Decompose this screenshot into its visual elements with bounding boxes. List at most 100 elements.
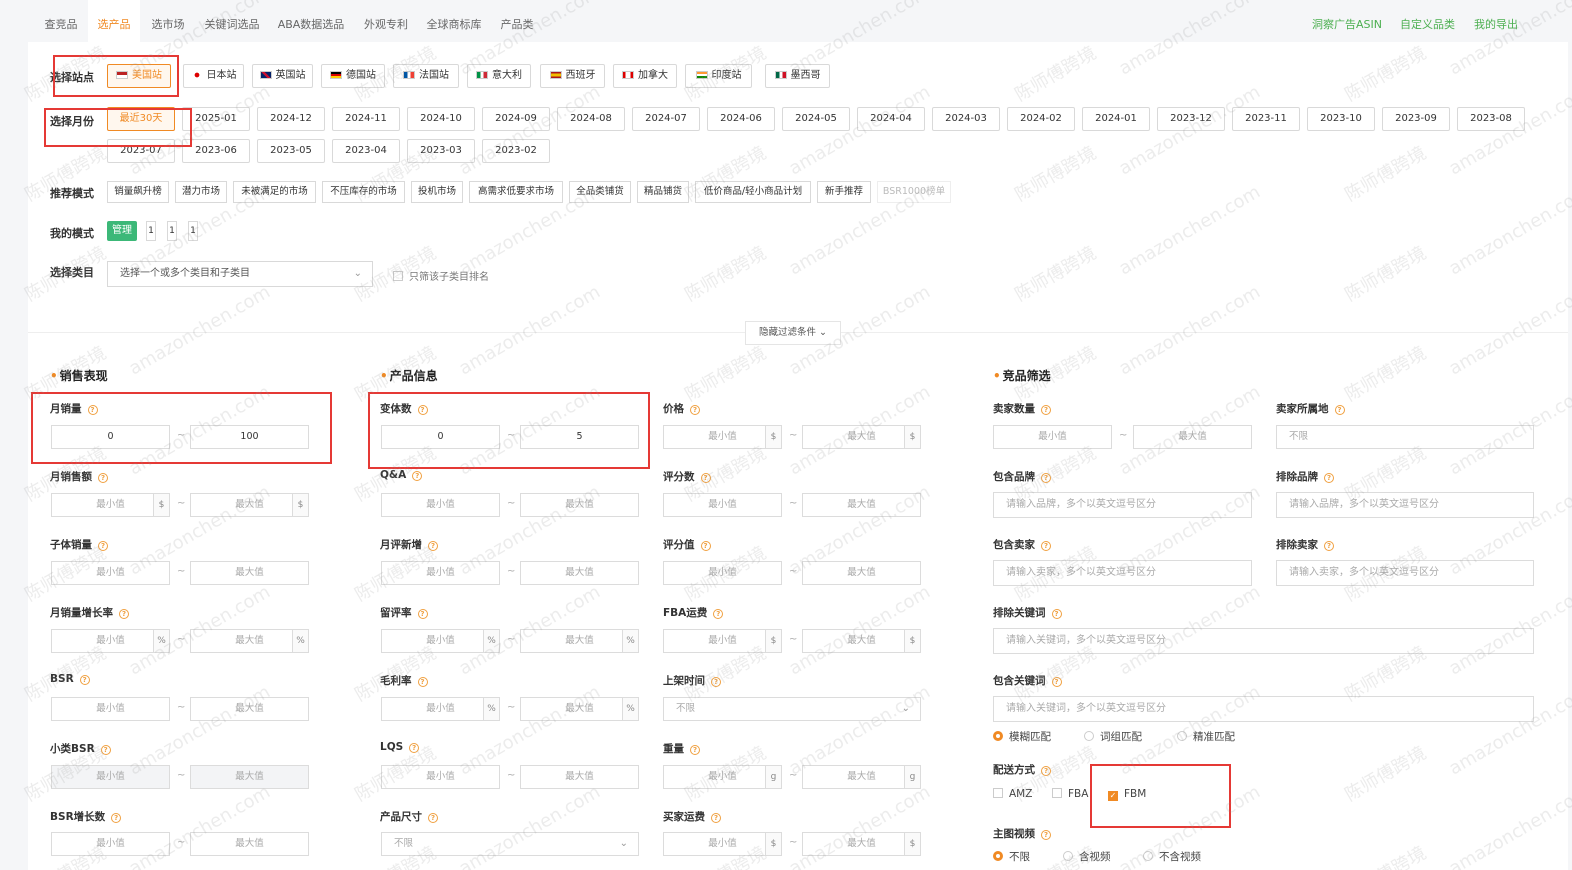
buyer-ship-min[interactable]: 最小值 $ (663, 832, 782, 856)
mode-chip[interactable]: 不压库存的市场 (322, 181, 405, 203)
price-max[interactable]: 最大值 $ (802, 425, 921, 449)
link-custom-category[interactable]: 自定义品类 (1400, 0, 1455, 42)
tab-select-product[interactable]: 选产品 (88, 0, 140, 42)
tab-keyword[interactable]: 关键词选品 (198, 0, 266, 42)
site-chip[interactable]: 美国站 (107, 64, 171, 88)
video-none-radio[interactable]: 不含视频 (1143, 849, 1201, 864)
fba-fee-max[interactable]: 最大值 $ (802, 629, 921, 653)
monthly-revenue-max[interactable]: 最大值 $ (190, 493, 309, 517)
month-chip[interactable]: 2023-09 (1382, 107, 1450, 131)
mode-chip[interactable]: 新手推荐 (817, 181, 871, 203)
mode-chip[interactable]: BSR1000榜单 (877, 181, 951, 203)
weight-min[interactable]: 最小值 g (663, 765, 782, 789)
month-chip[interactable]: 2023-11 (1232, 107, 1300, 131)
tab-select-market[interactable]: 选市场 (144, 0, 192, 42)
weight-max[interactable]: 最大值 g (802, 765, 921, 789)
month-chip[interactable]: 2024-06 (707, 107, 775, 131)
site-chip[interactable]: 意大利 (467, 64, 531, 88)
qa-min[interactable]: 最小值 (381, 493, 500, 517)
tab-competitor[interactable]: 查竞品 (38, 0, 84, 42)
month-chip[interactable]: 最近30天 (107, 107, 175, 131)
video-any-radio[interactable]: 不限 (993, 849, 1030, 864)
seller-count-min[interactable]: 最小值 (993, 425, 1112, 449)
bsr-min[interactable]: 最小值 (51, 697, 170, 721)
delivery-fbm-checkbox[interactable]: ✓ FBM (1108, 788, 1146, 801)
month-chip[interactable]: 2024-10 (407, 107, 475, 131)
sub-bsr-min[interactable]: 最小值 (51, 765, 170, 789)
bsr-growth-max[interactable]: 最大值 (190, 832, 309, 856)
month-chip[interactable]: 2024-02 (1007, 107, 1075, 131)
mode-slot-3[interactable]: 1 (188, 221, 198, 241)
month-chip[interactable]: 2023-04 (332, 139, 400, 163)
gross-margin-min[interactable]: 最小值% (381, 697, 500, 721)
month-chip[interactable]: 2024-03 (932, 107, 1000, 131)
seller-location-select[interactable]: 不限 (1276, 425, 1534, 449)
size-select[interactable]: 不限 ⌄ (381, 832, 639, 856)
include-keyword-input[interactable]: 请输入关键词，多个以英文逗号区分 (993, 696, 1534, 722)
link-my-export[interactable]: 我的导出 (1474, 0, 1518, 42)
include-brand-input[interactable]: 请输入品牌，多个以英文逗号区分 (993, 492, 1252, 518)
site-chip[interactable]: 法国站 (393, 64, 459, 88)
mode-slot-1[interactable]: 1 (146, 221, 156, 241)
lqs-max[interactable]: 最大值 (520, 765, 639, 789)
only-sub-category-checkbox[interactable]: 只筛该子类目排名 (393, 268, 489, 283)
mode-chip[interactable]: 全品类铺货 (569, 181, 631, 203)
site-chip[interactable]: 西班牙 (540, 64, 605, 88)
month-chip[interactable]: 2024-08 (557, 107, 625, 131)
site-chip[interactable]: 印度站 (685, 64, 752, 88)
match-fuzzy-radio[interactable]: 模糊匹配 (993, 729, 1051, 744)
exclude-brand-input[interactable]: 请输入品牌，多个以英文逗号区分 (1276, 492, 1534, 518)
rating-count-max[interactable]: 最大值 (802, 493, 921, 517)
rating-count-min[interactable]: 最小值 (663, 493, 782, 517)
mode-chip[interactable]: 高需求低要求市场 (469, 181, 563, 203)
launch-select[interactable]: 不限 ⌄ (663, 697, 921, 721)
site-chip[interactable]: 加拿大 (613, 64, 677, 88)
site-chip[interactable]: 墨西哥 (765, 64, 830, 88)
lqs-min[interactable]: 最小值 (381, 765, 500, 789)
sales-growth-max[interactable]: 最大值% (190, 629, 309, 653)
month-chip[interactable]: 2024-05 (782, 107, 850, 131)
rating-value-min[interactable]: 最小值 (663, 561, 782, 585)
month-chip[interactable]: 2023-10 (1307, 107, 1375, 131)
month-chip[interactable]: 2023-02 (482, 139, 550, 163)
month-chip[interactable]: 2024-07 (632, 107, 700, 131)
tab-patent[interactable]: 外观专利 (356, 0, 416, 42)
mode-slot-2[interactable]: 1 (167, 221, 177, 241)
month-chip[interactable]: 2024-04 (857, 107, 925, 131)
seller-count-max[interactable]: 最大值 (1133, 425, 1252, 449)
sub-bsr-max[interactable]: 最大值 (190, 765, 309, 789)
sales-growth-min[interactable]: 最小值% (51, 629, 170, 653)
tab-trademark[interactable]: 全球商标库 (422, 0, 486, 42)
variants-max[interactable]: 5 (520, 425, 639, 449)
price-min[interactable]: 最小值 $ (663, 425, 782, 449)
tab-aba[interactable]: ABA数据选品 (274, 0, 348, 42)
month-chip[interactable]: 2024-09 (482, 107, 550, 131)
variants-min[interactable]: 0 (381, 425, 500, 449)
month-chip[interactable]: 2024-11 (332, 107, 400, 131)
link-ad-asin[interactable]: 洞察广告ASIN (1312, 0, 1382, 42)
bsr-max[interactable]: 最大值 (190, 697, 309, 721)
fba-fee-min[interactable]: 最小值 $ (663, 629, 782, 653)
qa-max[interactable]: 最大值 (520, 493, 639, 517)
tab-product-type[interactable]: 产品类 (494, 0, 540, 42)
video-has-radio[interactable]: 含视频 (1063, 849, 1111, 864)
monthly-reviews-max[interactable]: 最大值 (520, 561, 639, 585)
month-chip[interactable]: 2023-06 (182, 139, 250, 163)
month-chip[interactable]: 2023-03 (407, 139, 475, 163)
mode-chip[interactable]: 精品铺货 (637, 181, 689, 203)
review-rate-max[interactable]: 最大值% (520, 629, 639, 653)
month-chip[interactable]: 2023-05 (257, 139, 325, 163)
month-chip[interactable]: 2023-08 (1457, 107, 1525, 131)
monthly-sales-max[interactable]: 100 (190, 425, 309, 449)
include-seller-input[interactable]: 请输入卖家，多个以英文逗号区分 (993, 560, 1252, 586)
month-chip[interactable]: 2023-12 (1157, 107, 1225, 131)
month-chip[interactable]: 2024-01 (1082, 107, 1150, 131)
manage-button[interactable]: 管理 (107, 221, 137, 241)
site-chip[interactable]: 德国站 (321, 64, 385, 88)
monthly-revenue-min[interactable]: 最小值 $ (51, 493, 170, 517)
exclude-keyword-input[interactable]: 请输入关键词，多个以英文逗号区分 (993, 628, 1534, 654)
match-phrase-radio[interactable]: 词组匹配 (1084, 729, 1142, 744)
site-chip[interactable]: 日本站 (183, 64, 244, 88)
hide-filters-button[interactable]: 隐藏过滤条件 ⌄ (745, 321, 841, 345)
mode-chip[interactable]: 低价商品/轻小商品计划 (695, 181, 811, 203)
